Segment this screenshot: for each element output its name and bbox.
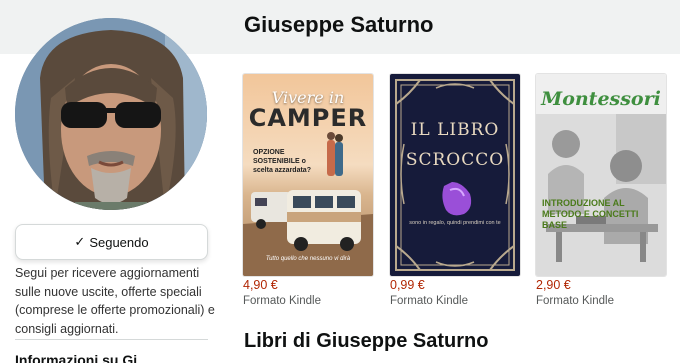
cover-subtitle: OPZIONE SOSTENIBILE o scelta azzardata? [253,149,311,174]
cover-footer: Tutto quello che nessuno vi dirà [265,256,351,262]
book-cover[interactable]: IL LIBRO SCROCCO sono in regalo, quindi … [390,74,520,276]
author-info-heading: Informazioni su Gi [15,352,138,363]
author-avatar [15,18,207,210]
book-price: 2,90 € [536,278,571,292]
books-section-heading: Libri di Giuseppe Saturno [244,330,489,352]
following-button[interactable]: ✓ Seguendo [15,224,208,260]
check-icon: ✓ [74,234,86,249]
book-cover[interactable]: Vivere in CAMPER OPZIONE SOSTENIBILE o s… [243,74,373,276]
book-format[interactable]: Formato Kindle [390,295,520,307]
cover-art-libro-scrocco [390,74,520,276]
author-name-heading: Giuseppe Saturno [244,12,434,37]
book-format[interactable]: Formato Kindle [243,295,373,307]
book-card[interactable]: IL LIBRO SCROCCO sono in regalo, quindi … [390,74,520,307]
cover-title-line2: SCROCCO [405,150,505,170]
book-card[interactable]: Vivere in CAMPER OPZIONE SOSTENIBILE o s… [243,74,373,307]
book-price: 0,99 € [390,278,425,292]
cover-title-line1: IL LIBRO [410,120,500,140]
book-cover[interactable]: Montessori INTRODUZIONE AL METODO E CONC… [536,74,666,276]
book-card[interactable]: Montessori INTRODUZIONE AL METODO E CONC… [536,74,666,307]
cover-subtitle: INTRODUZIONE AL METODO E CONCETTI BASE [542,198,639,230]
cover-title: Montessori [541,88,661,110]
cover-subtitle: sono in regalo, quindi prendimi con te [409,220,501,226]
book-format[interactable]: Formato Kindle [536,295,666,307]
author-photo [15,18,207,210]
book-price: 4,90 € [243,278,278,292]
following-button-label: Seguendo [89,234,149,250]
follow-description: Segui per ricevere aggiornamenti sulle n… [15,266,215,336]
sidebar-divider [15,339,208,340]
cover-title-line2: CAMPER [248,104,368,132]
